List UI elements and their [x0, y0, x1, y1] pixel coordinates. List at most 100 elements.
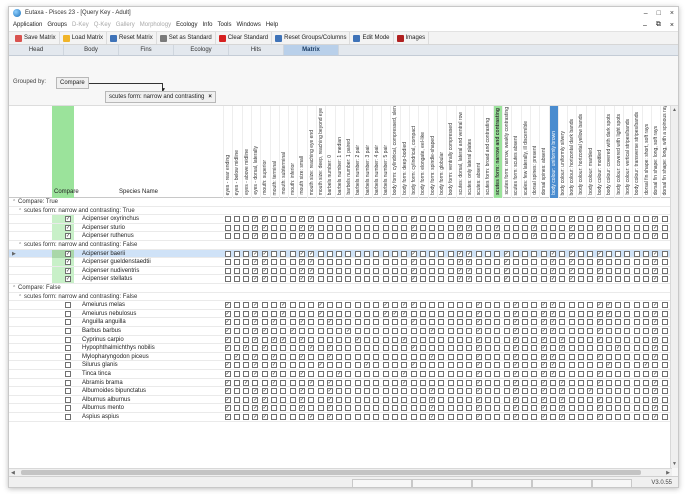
- trait-checkbox[interactable]: ✓: [512, 302, 519, 309]
- trait-checkbox[interactable]: [233, 259, 240, 266]
- trait-checkbox[interactable]: ✓: [326, 353, 333, 360]
- trait-checkbox[interactable]: [466, 319, 473, 326]
- trait-checkbox[interactable]: [587, 396, 594, 403]
- trait-checkbox[interactable]: ✓: [605, 302, 612, 309]
- trait-checkbox[interactable]: [373, 405, 380, 412]
- trait-checkbox[interactable]: [531, 371, 538, 377]
- trait-checkbox[interactable]: ✓: [261, 405, 268, 412]
- trait-checkbox[interactable]: [661, 216, 668, 223]
- trait-checkbox[interactable]: ✓: [298, 371, 305, 377]
- trait-checkbox[interactable]: ✓: [243, 379, 250, 386]
- trait-checkbox[interactable]: [429, 310, 436, 317]
- trait-checkbox[interactable]: [661, 396, 668, 403]
- trait-checkbox[interactable]: [354, 345, 361, 352]
- trait-checkbox[interactable]: [559, 233, 566, 240]
- column-header[interactable]: mouth size: deep, reaching beyond eye: [316, 106, 325, 198]
- column-header[interactable]: scutes form: broad and contrasting: [483, 106, 492, 198]
- trait-checkbox[interactable]: ✓: [298, 388, 305, 395]
- trait-checkbox[interactable]: [661, 362, 668, 369]
- trait-checkbox[interactable]: [382, 250, 389, 257]
- column-header[interactable]: body colour: covered with dark spots: [604, 106, 613, 198]
- trait-checkbox[interactable]: [438, 328, 445, 334]
- trait-checkbox[interactable]: [615, 328, 622, 334]
- trait-checkbox[interactable]: [559, 267, 566, 274]
- trait-checkbox[interactable]: [633, 371, 640, 377]
- trait-checkbox[interactable]: [503, 224, 510, 231]
- trait-checkbox[interactable]: ✓: [475, 353, 482, 360]
- trait-checkbox[interactable]: [317, 319, 324, 326]
- trait-checkbox[interactable]: [550, 379, 556, 386]
- table-row[interactable]: Mylopharyngodon piceus ✓ ✓ ✓ ✓ ✓ ✓ ✓ ✓ ✓ ✓ ✓ ✓: [9, 353, 672, 362]
- trait-checkbox[interactable]: [661, 233, 668, 240]
- trait-checkbox[interactable]: ✓: [466, 276, 473, 283]
- trait-checkbox[interactable]: [419, 328, 426, 334]
- table-row[interactable]: Silurus glanis ✓ ✓ ✓ ✓ ✓ ✓ ✓ ✓ ✓ ✓ ✓ ✓: [9, 361, 672, 370]
- trait-checkbox[interactable]: [373, 216, 380, 223]
- trait-checkbox[interactable]: [382, 379, 389, 386]
- column-header[interactable]: mouth: subterminal: [278, 106, 288, 198]
- trait-checkbox[interactable]: [447, 362, 454, 369]
- load-matrix-button[interactable]: Load Matrix: [60, 32, 108, 44]
- trait-checkbox[interactable]: [391, 388, 398, 395]
- trait-checkbox[interactable]: [531, 267, 538, 274]
- trait-checkbox[interactable]: [345, 336, 352, 343]
- trait-checkbox[interactable]: [224, 216, 231, 223]
- trait-checkbox[interactable]: [605, 224, 612, 231]
- trait-checkbox[interactable]: [243, 250, 250, 257]
- table-row[interactable]: ▶ ✓ Acipenser baerii ✓ ✓ ✓ ✓ ✓ ✓ ✓ ✓ ✓ ✓ ✓ ✓: [9, 249, 672, 259]
- trait-checkbox[interactable]: [615, 250, 622, 257]
- trait-checkbox[interactable]: ✓: [457, 276, 463, 283]
- trait-checkbox[interactable]: [643, 233, 649, 240]
- trait-checkbox[interactable]: ✓: [475, 336, 482, 343]
- trait-checkbox[interactable]: ✓: [652, 310, 659, 317]
- trait-checkbox[interactable]: [382, 267, 389, 274]
- trait-checkbox[interactable]: [624, 310, 631, 317]
- trait-checkbox[interactable]: [308, 396, 315, 403]
- trait-checkbox[interactable]: ✓: [298, 233, 305, 240]
- trait-checkbox[interactable]: [503, 396, 510, 403]
- trait-checkbox[interactable]: [233, 405, 240, 412]
- trait-checkbox[interactable]: [345, 362, 352, 369]
- trait-checkbox[interactable]: [559, 328, 566, 334]
- trait-checkbox[interactable]: ✓: [550, 267, 556, 274]
- trait-checkbox[interactable]: [643, 345, 649, 352]
- trait-checkbox[interactable]: [466, 396, 473, 403]
- trait-checkbox[interactable]: [466, 328, 473, 334]
- trait-checkbox[interactable]: [633, 379, 640, 386]
- trait-checkbox[interactable]: [354, 414, 361, 420]
- trait-checkbox[interactable]: [550, 414, 556, 420]
- trait-checkbox[interactable]: [484, 345, 491, 352]
- trait-checkbox[interactable]: ✓: [559, 405, 566, 412]
- child-restore-button[interactable]: ⧉: [656, 21, 661, 29]
- trait-checkbox[interactable]: [438, 276, 445, 283]
- trait-checkbox[interactable]: [661, 224, 668, 231]
- trait-checkbox[interactable]: [243, 302, 250, 309]
- trait-checkbox[interactable]: [410, 379, 417, 386]
- trait-checkbox[interactable]: [364, 216, 370, 223]
- trait-checkbox[interactable]: [587, 405, 594, 412]
- trait-checkbox[interactable]: ✓: [512, 353, 519, 360]
- compare-checkbox[interactable]: [65, 371, 71, 377]
- trait-checkbox[interactable]: [633, 267, 640, 274]
- trait-checkbox[interactable]: [466, 371, 473, 377]
- trait-checkbox[interactable]: ✓: [261, 414, 268, 420]
- trait-checkbox[interactable]: [577, 259, 584, 266]
- edit-mode-button[interactable]: Edit Mode: [350, 32, 394, 44]
- images-button[interactable]: Images: [394, 32, 430, 44]
- trait-checkbox[interactable]: ✓: [559, 336, 566, 343]
- trait-checkbox[interactable]: [457, 405, 463, 412]
- trait-checkbox[interactable]: [643, 328, 649, 334]
- trait-checkbox[interactable]: [419, 216, 426, 223]
- column-header[interactable]: body form: deep-bodied: [399, 106, 409, 198]
- trait-checkbox[interactable]: [373, 310, 380, 317]
- trait-checkbox[interactable]: ✓: [475, 414, 482, 420]
- trait-checkbox[interactable]: [661, 276, 668, 283]
- trait-checkbox[interactable]: [391, 233, 398, 240]
- trait-checkbox[interactable]: [643, 353, 649, 360]
- trait-checkbox[interactable]: [457, 328, 463, 334]
- trait-checkbox[interactable]: [494, 405, 501, 412]
- trait-checkbox[interactable]: [289, 319, 296, 326]
- trait-checkbox[interactable]: [308, 388, 315, 395]
- trait-checkbox[interactable]: [484, 276, 491, 283]
- compare-checkbox[interactable]: [65, 336, 71, 343]
